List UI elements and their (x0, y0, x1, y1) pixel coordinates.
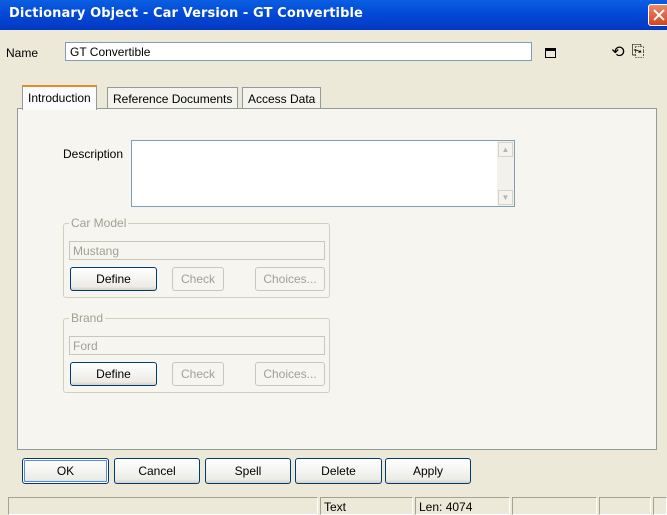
tab-reference-documents[interactable]: Reference Documents (107, 87, 239, 109)
status-pane-extra-2 (599, 497, 651, 515)
scroll-down-icon[interactable]: ▼ (498, 190, 513, 205)
brand-define-button[interactable]: Define (70, 362, 157, 386)
description-label: Description (63, 147, 124, 161)
status-bar: Text Len: 4074 (0, 495, 667, 515)
ok-button[interactable]: OK (22, 458, 109, 484)
car-model-field: Mustang (69, 241, 325, 260)
brand-check-button[interactable]: Check (172, 362, 224, 386)
brand-group: Brand Ford Define Check Choices... (63, 311, 330, 393)
export-icon[interactable]: ⎘ (628, 42, 648, 62)
close-icon[interactable] (648, 4, 667, 26)
description-scrollbar[interactable]: ▲ ▼ (497, 141, 514, 206)
tab-introduction[interactable]: Introduction (22, 85, 97, 110)
delete-button[interactable]: Delete (295, 458, 382, 484)
car-model-legend: Car Model (69, 216, 129, 230)
name-label: Name (6, 46, 39, 60)
window-title: Dictionary Object - Car Version - GT Con… (9, 6, 363, 21)
title-bar: Dictionary Object - Car Version - GT Con… (0, 0, 667, 30)
car-model-define-button[interactable]: Define (70, 267, 157, 291)
name-input[interactable] (65, 42, 532, 61)
status-mode: Text (320, 497, 413, 515)
status-pane-extra-3 (653, 497, 667, 515)
status-pane-message (8, 497, 318, 515)
maximize-icon[interactable] (545, 48, 556, 58)
car-model-choices-button[interactable]: Choices... (255, 267, 325, 291)
car-model-check-button[interactable]: Check (172, 267, 224, 291)
brand-legend: Brand (69, 311, 106, 325)
brand-choices-button[interactable]: Choices... (255, 362, 325, 386)
brand-field: Ford (69, 336, 325, 355)
car-model-group: Car Model Mustang Define Check Choices..… (63, 216, 330, 298)
description-field[interactable]: ▲ ▼ (131, 140, 515, 207)
scroll-up-icon[interactable]: ▲ (498, 142, 513, 157)
spell-button[interactable]: Spell (205, 458, 291, 484)
cancel-button[interactable]: Cancel (114, 458, 200, 484)
status-length: Len: 4074 (415, 497, 510, 515)
apply-button[interactable]: Apply (385, 458, 471, 484)
refresh-icon[interactable]: ⟲ (608, 42, 628, 62)
status-pane-extra-1 (512, 497, 597, 515)
tab-access-data[interactable]: Access Data (242, 87, 322, 109)
